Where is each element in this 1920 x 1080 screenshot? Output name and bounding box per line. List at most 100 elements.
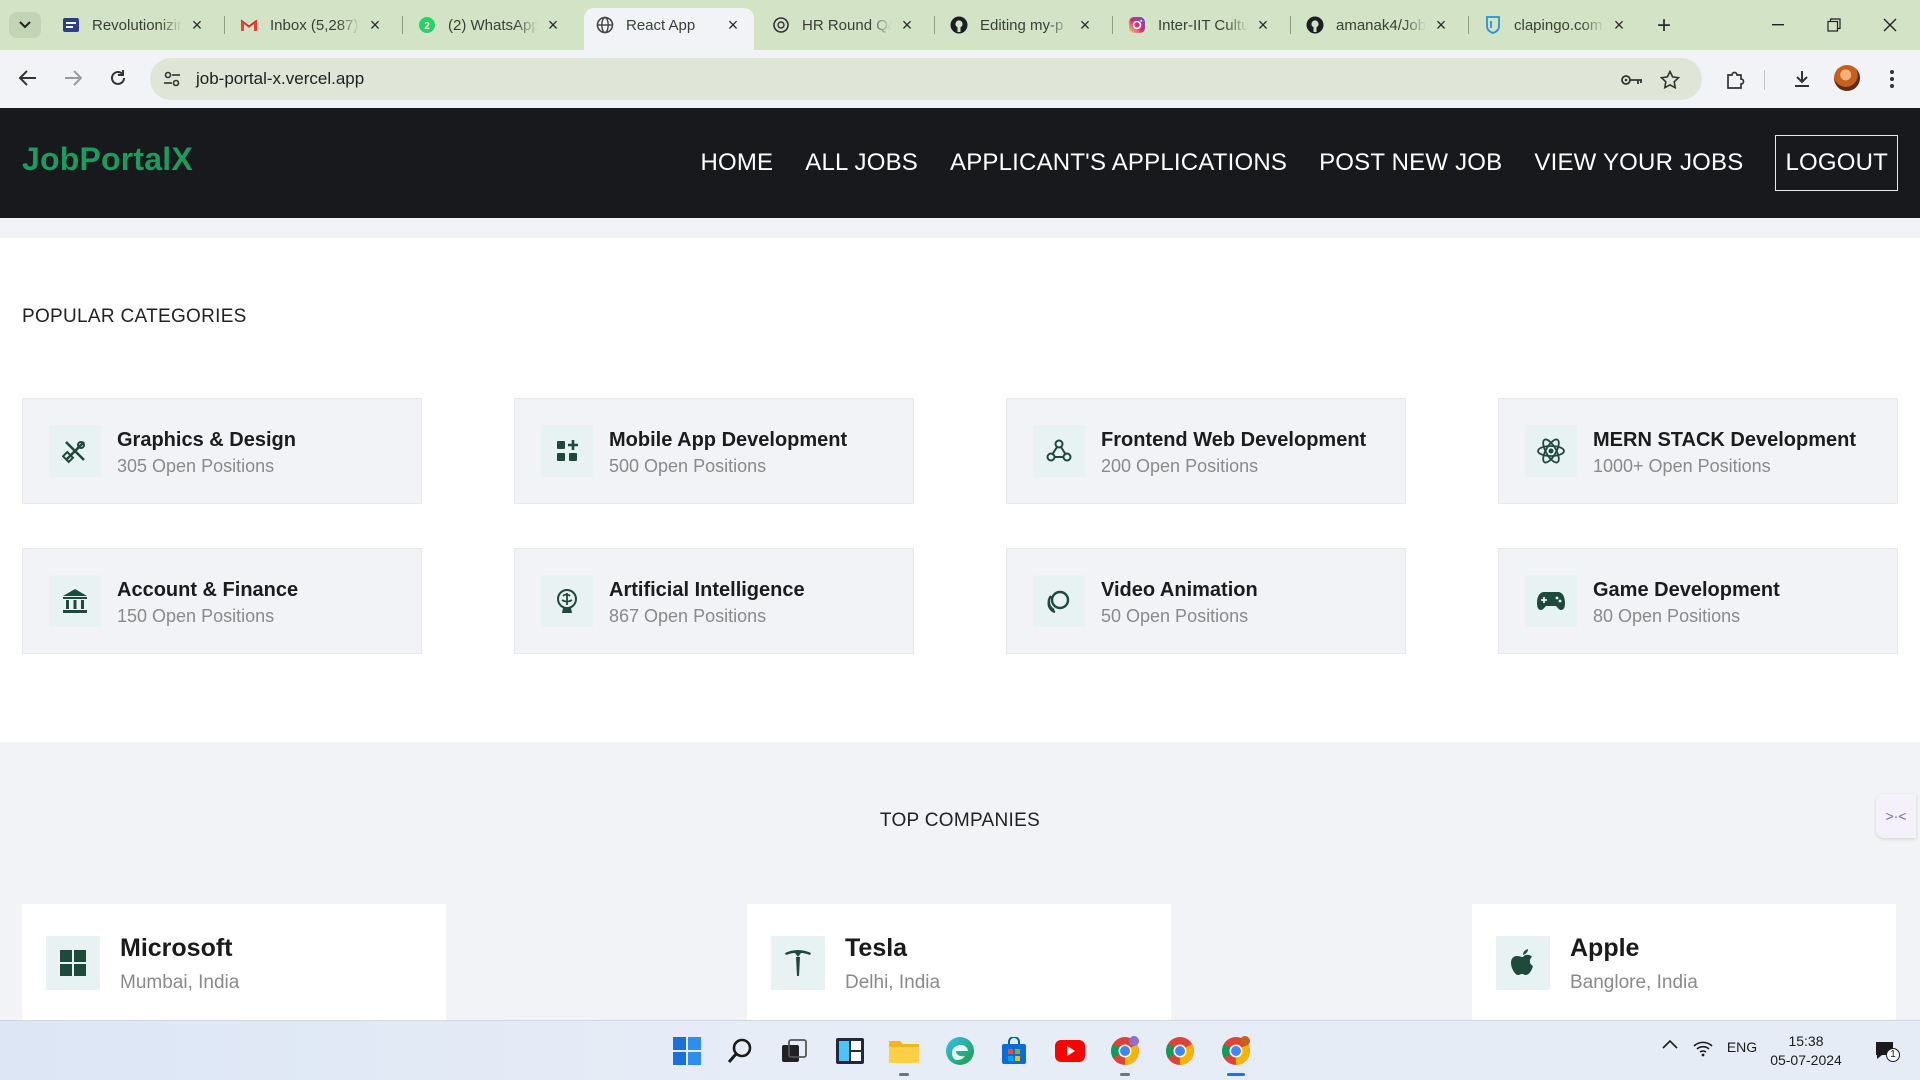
company-location: Banglore, India <box>1570 972 1698 993</box>
company-card[interactable]: Apple Banglore, India <box>1472 904 1896 1020</box>
company-card[interactable]: Microsoft Mumbai, India <box>22 904 446 1020</box>
network-button[interactable] <box>1690 1039 1716 1057</box>
tab-title: amanak4/Job <box>1336 16 1426 34</box>
show-hidden-icons-button[interactable] <box>1658 1039 1682 1049</box>
tab-title: React App <box>626 16 696 34</box>
widgets-button[interactable] <box>832 1033 868 1069</box>
nav-post-job[interactable]: POST NEW JOB <box>1319 149 1502 177</box>
browser-tab[interactable]: amanak4/Job × <box>1294 8 1462 42</box>
bank-icon <box>49 575 101 627</box>
category-card[interactable]: Video Animation 50 Open Positions <box>1006 548 1406 654</box>
browser-tab-active[interactable]: React App × <box>584 8 754 50</box>
start-button[interactable] <box>669 1033 705 1069</box>
category-card[interactable]: Account & Finance 150 Open Positions <box>22 548 422 654</box>
brand-logo[interactable]: JobPortalX <box>22 141 193 178</box>
arrow-left-icon <box>19 70 36 86</box>
restore-button[interactable] <box>1814 8 1854 42</box>
tab-separator <box>402 16 403 34</box>
design-tools-icon <box>49 425 101 477</box>
category-title: Account & Finance <box>117 579 299 601</box>
category-card[interactable]: Artificial Intelligence 867 Open Positio… <box>514 548 914 654</box>
chevron-up-icon <box>1662 1039 1678 1049</box>
clock[interactable]: 15:38 05-07-2024 <box>1766 1032 1846 1070</box>
tab-search-button[interactable] <box>9 12 41 38</box>
nav-all-jobs[interactable]: ALL JOBS <box>805 149 918 177</box>
logout-button[interactable]: LOGOUT <box>1775 135 1898 191</box>
category-positions: 80 Open Positions <box>1593 606 1741 626</box>
tab-title: HR Round Q& <box>802 16 892 34</box>
chrome-button[interactable] <box>1162 1033 1198 1069</box>
bookmark-star-icon[interactable] <box>1658 68 1682 92</box>
windows-taskbar: ENG 15:38 05-07-2024 1 <box>0 1020 1920 1080</box>
globe-icon <box>596 16 614 34</box>
floating-widget-button[interactable]: >·< <box>1876 794 1916 838</box>
download-icon[interactable] <box>1788 65 1816 93</box>
close-tab-icon[interactable]: × <box>1610 15 1628 35</box>
nav-applications[interactable]: APPLICANT'S APPLICATIONS <box>950 149 1287 177</box>
close-tab-icon[interactable]: × <box>1254 15 1272 35</box>
more-menu-icon[interactable] <box>1878 65 1906 93</box>
clapingo-icon <box>1484 16 1502 34</box>
forward-button[interactable] <box>55 60 91 96</box>
category-positions: 500 Open Positions <box>609 456 767 476</box>
toolbar-divider <box>1764 70 1765 90</box>
browser-tab[interactable]: 2 (2) WhatsApp × <box>406 8 574 42</box>
company-location: Delhi, India <box>845 972 941 993</box>
browser-tab[interactable]: Inter-IIT Cultu × <box>1116 8 1284 42</box>
profile-avatar[interactable] <box>1834 65 1860 91</box>
close-tab-icon[interactable]: × <box>188 15 206 35</box>
category-card[interactable]: Mobile App Development 500 Open Position… <box>514 398 914 504</box>
tab-separator <box>934 16 935 34</box>
browser-tab[interactable]: Revolutionizing × <box>50 8 218 42</box>
close-window-button[interactable] <box>1870 8 1910 42</box>
close-tab-icon[interactable]: × <box>724 15 742 35</box>
category-card[interactable]: Frontend Web Development 200 Open Positi… <box>1006 398 1406 504</box>
address-bar[interactable]: job-portal-x.vercel.app <box>150 58 1702 100</box>
notification-center-button[interactable]: 1 <box>1866 1038 1906 1064</box>
close-tab-icon[interactable]: × <box>366 15 384 35</box>
category-card[interactable]: Graphics & Design 305 Open Positions <box>22 398 422 504</box>
password-key-icon[interactable] <box>1620 68 1644 92</box>
youtube-button[interactable] <box>1052 1033 1088 1069</box>
nav-view-jobs[interactable]: VIEW YOUR JOBS <box>1534 149 1743 177</box>
category-card[interactable]: MERN STACK Development 1000+ Open Positi… <box>1498 398 1898 504</box>
file-explorer-button[interactable] <box>886 1033 922 1076</box>
browser-tab[interactable]: Editing my-p × <box>938 8 1106 42</box>
new-tab-button[interactable]: + <box>1650 12 1678 40</box>
nav-home[interactable]: HOME <box>700 149 773 177</box>
browser-tab[interactable]: clapingo.com × <box>1472 8 1640 42</box>
nav-links: HOME ALL JOBS APPLICANT'S APPLICATIONS P… <box>668 135 1898 191</box>
close-tab-icon[interactable]: × <box>1432 15 1450 35</box>
reload-button[interactable] <box>100 60 136 96</box>
category-title: Frontend Web Development <box>1101 429 1367 451</box>
browser-tab[interactable]: HR Round Q& × <box>760 8 928 42</box>
language-indicator[interactable]: ENG <box>1722 1039 1762 1055</box>
company-card[interactable]: Tesla Delhi, India <box>747 904 1171 1020</box>
notification-count-badge: 1 <box>1886 1048 1900 1062</box>
search-button[interactable] <box>722 1033 758 1069</box>
back-button[interactable] <box>10 60 46 96</box>
extensions-puzzle-icon[interactable] <box>1722 65 1750 93</box>
category-title: Graphics & Design <box>117 429 296 451</box>
edge-button[interactable] <box>942 1033 978 1069</box>
store-button[interactable] <box>996 1033 1032 1069</box>
url-text[interactable]: job-portal-x.vercel.app <box>196 69 364 89</box>
news-icon <box>62 16 80 34</box>
browser-tab[interactable]: Inbox (5,287) × <box>228 8 396 42</box>
category-title: Artificial Intelligence <box>609 579 805 601</box>
chrome-profile-button[interactable] <box>1107 1033 1143 1076</box>
close-tab-icon[interactable]: × <box>1076 15 1094 35</box>
section-heading: TOP COMPANIES <box>879 810 1041 831</box>
site-settings-icon[interactable] <box>162 69 182 89</box>
chatgpt-icon <box>772 16 790 34</box>
chrome-active-button[interactable] <box>1218 1033 1254 1076</box>
close-tab-icon[interactable]: × <box>898 15 916 35</box>
folder-icon <box>889 1041 919 1063</box>
widgets-icon <box>836 1038 864 1064</box>
close-tab-icon[interactable]: × <box>544 15 562 35</box>
task-view-button[interactable] <box>776 1033 812 1069</box>
category-card[interactable]: Game Development 80 Open Positions <box>1498 548 1898 654</box>
tab-title: Inter-IIT Cultu <box>1158 16 1248 34</box>
minimize-button[interactable] <box>1758 8 1798 42</box>
tesla-logo-icon <box>771 936 825 990</box>
